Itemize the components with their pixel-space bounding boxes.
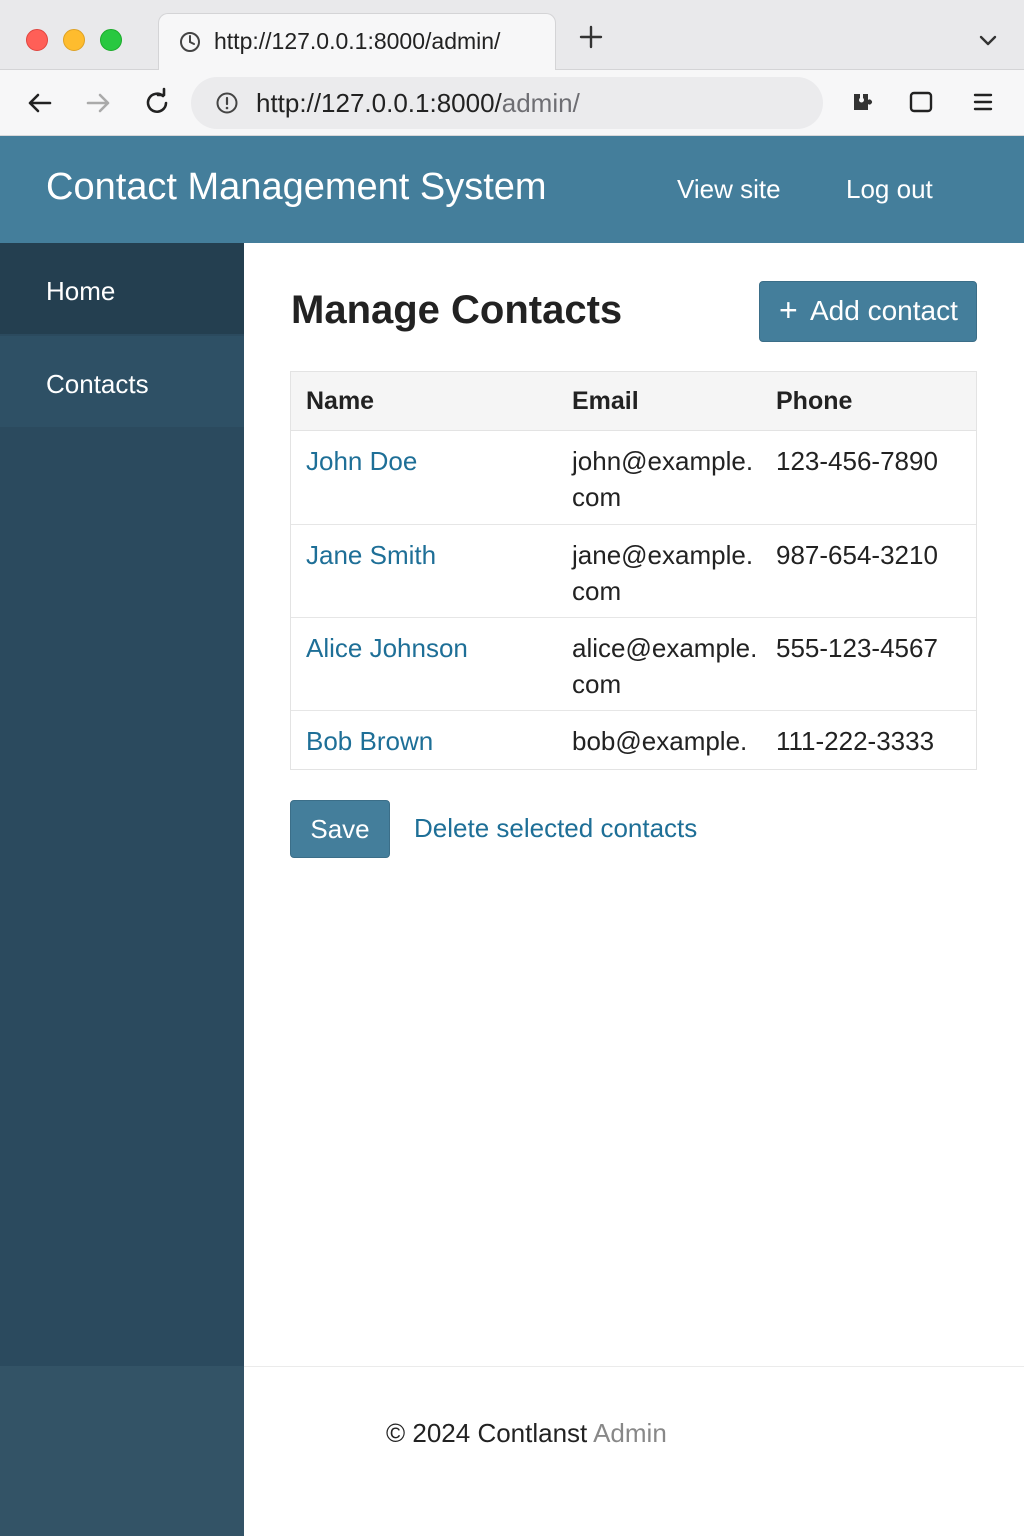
minimize-window-button[interactable] <box>63 29 85 51</box>
sidebar-item-label: Home <box>46 276 116 306</box>
sidebar: Home Contacts <box>0 243 244 1536</box>
info-icon[interactable] <box>215 91 239 115</box>
menu-icon[interactable] <box>968 87 998 117</box>
admin-header: Contact Management System View site Log … <box>0 136 1024 243</box>
close-window-button[interactable] <box>26 29 48 51</box>
log-out-link[interactable]: Log out <box>846 174 933 205</box>
table-header: Name Email Phone <box>291 372 976 431</box>
add-contact-label: Add contact <box>810 295 958 326</box>
column-header-name[interactable]: Name <box>306 387 374 416</box>
site-title[interactable]: Contact Management System <box>46 166 547 209</box>
plus-icon: + <box>779 292 798 328</box>
add-contact-button[interactable]: + Add contact <box>759 281 977 342</box>
browser-tab-bar: http://127.0.0.1:8000/admin/ <box>0 0 1024 71</box>
contact-phone: 111-222-3333 <box>776 726 935 756</box>
contact-phone: 555-123-4567 <box>776 633 938 663</box>
contact-email: bob@example. <box>572 726 748 756</box>
page-title: Manage Contacts <box>291 288 623 332</box>
table-row: Alice Johnson alice@example. com 555-123-… <box>291 618 976 711</box>
browser-tab[interactable]: http://127.0.0.1:8000/admin/ <box>158 13 556 71</box>
table-row: John Doe john@example. com 123-456-7890 <box>291 431 976 525</box>
sidebar-footer <box>0 1366 244 1536</box>
contact-name-link[interactable]: Bob Brown <box>306 723 433 759</box>
contact-name-link[interactable]: Jane Smith <box>306 537 436 573</box>
clock-icon <box>180 32 200 52</box>
browser-toolbar: http://127.0.0.1:8000/admin/ <box>0 70 1024 136</box>
tab-title: http://127.0.0.1:8000/admin/ <box>214 28 501 54</box>
footer-copyright: © 2024 Contlanst Admin <box>386 1418 667 1448</box>
contact-email: john@example. com <box>572 446 754 512</box>
contact-name-link[interactable]: John Doe <box>306 443 417 479</box>
reload-icon[interactable] <box>141 87 173 119</box>
contact-email: alice@example. com <box>572 633 758 699</box>
table-row: Jane Smith jane@example. com 987-654-3210 <box>291 525 976 618</box>
view-site-link[interactable]: View site <box>677 174 781 205</box>
maximize-window-button[interactable] <box>100 29 122 51</box>
column-header-email[interactable]: Email <box>572 387 639 416</box>
column-header-phone[interactable]: Phone <box>776 387 852 416</box>
sidebar-item-label: Contacts <box>46 369 149 399</box>
forward-arrow-icon[interactable] <box>82 87 114 119</box>
address-bar[interactable]: http://127.0.0.1:8000/admin/ <box>191 77 823 129</box>
footer-divider <box>244 1366 1024 1367</box>
sidebar-item-home[interactable]: Home <box>0 243 244 334</box>
contacts-table: Name Email Phone John Doe john@example. c… <box>290 371 977 770</box>
contact-phone: 987-654-3210 <box>776 540 938 570</box>
delete-selected-link[interactable]: Delete selected contacts <box>414 813 697 844</box>
save-button[interactable]: Save <box>290 800 390 858</box>
extensions-icon[interactable] <box>846 87 876 117</box>
contact-email: jane@example. com <box>572 540 754 606</box>
contact-name-link[interactable]: Alice Johnson <box>306 630 468 666</box>
url-text[interactable]: http://127.0.0.1:8000/admin/ <box>256 88 580 119</box>
back-arrow-icon[interactable] <box>24 87 56 119</box>
sidebar-item-contacts[interactable]: Contacts <box>0 336 244 427</box>
chevron-down-icon[interactable] <box>976 28 1000 52</box>
new-tab-icon[interactable] <box>576 22 606 52</box>
table-row: Bob Brown bob@example. 111-222-3333 <box>291 711 976 770</box>
sidebar-icon[interactable] <box>906 87 936 117</box>
contact-phone: 123-456-7890 <box>776 446 938 476</box>
